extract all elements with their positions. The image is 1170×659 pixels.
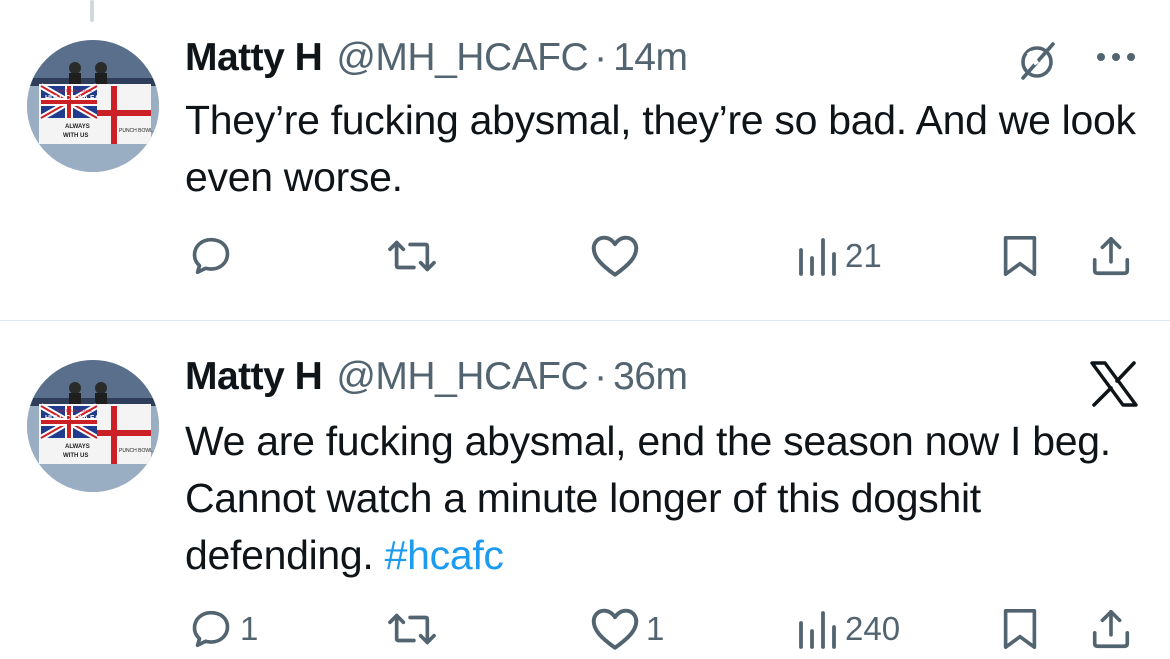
views-button[interactable]: 21 [795,231,882,281]
tweet[interactable]: HULL CITY A.F.C. ALWAYS WITH US PUNCH BO… [0,321,1170,659]
tweet-text: They’re fucking abysmal, they’re so bad.… [185,92,1145,206]
reply-icon [192,237,230,275]
reply-button[interactable] [188,231,240,281]
avatar-banner-text: PUNCH BOWL [119,128,153,134]
bookmark-icon [1003,608,1037,650]
avatar-banner-text: ALWAYS [65,444,90,450]
retweet-icon [388,613,436,645]
avatar-image: HULL CITY A.F.C. ALWAYS WITH US PUNCH BO… [27,360,159,492]
hashtag-link[interactable]: #hcafc [385,532,504,578]
author-name[interactable]: Matty H [185,36,323,80]
avatar-banner-text: WITH US [63,133,88,139]
like-button[interactable]: 1 [590,604,664,654]
retweet-button[interactable] [386,604,444,654]
like-count: 1 [646,610,665,647]
timestamp[interactable]: 36m [613,355,688,399]
bookmark-icon [1003,235,1037,277]
separator-dot: · [594,355,608,398]
avatar-banner-text: EAST HULL LOYAL [57,408,93,413]
retweet-button[interactable] [386,231,444,281]
tweet-actions: 21 [0,231,1170,281]
share-icon [1092,609,1130,649]
author-handle[interactable]: @MH_HCAFC [336,355,588,399]
views-bar-chart-icon [799,238,836,276]
tweet-text: We are fucking abysmal, end the season n… [185,413,1145,584]
avatar[interactable]: HULL CITY A.F.C. ALWAYS WITH US PUNCH BO… [27,360,159,492]
tweet-text-content: They’re fucking abysmal, they’re so bad.… [185,97,1136,200]
tweet-actions: 1 1 240 [0,604,1170,654]
avatar-banner-text: HULL CITY A.F.C. [45,415,102,422]
avatar-banner-text: EAST HULL LOYAL [57,88,93,93]
tweet-text-content: We are fucking abysmal, end the season n… [185,418,1111,578]
view-count: 21 [845,237,882,274]
avatar[interactable]: HULL CITY A.F.C. ALWAYS WITH US PUNCH BO… [27,40,159,172]
bookmark-button[interactable] [998,604,1042,654]
share-icon [1092,236,1130,276]
tweet[interactable]: HULL CITY A.F.C. ALWAYS WITH US PUNCH BO… [0,0,1170,320]
share-button[interactable] [1088,604,1134,654]
views-bar-chart-icon [799,611,836,649]
avatar-banner-text: HULL CITY A.F.C. [45,95,102,102]
tweet-header: Matty H @MH_HCAFC · 14m [185,36,688,84]
like-button[interactable] [590,231,646,281]
timestamp[interactable]: 14m [613,36,688,80]
avatar-banner-text: ALWAYS [65,124,90,130]
avatar-banner-text: WITH US [63,453,88,459]
reply-icon [192,610,230,648]
avatar-banner-text: PUNCH BOWL [119,448,153,454]
x-logo-icon[interactable] [1089,361,1139,407]
heart-icon [591,608,639,650]
views-button[interactable]: 240 [795,604,900,654]
author-handle[interactable]: @MH_HCAFC [336,36,588,80]
grok-icon[interactable] [1013,40,1061,82]
view-count: 240 [845,610,901,647]
reply-button[interactable]: 1 [188,604,258,654]
separator-dot: · [594,36,608,79]
avatar-image: HULL CITY A.F.C. ALWAYS WITH US PUNCH BO… [27,40,159,172]
heart-icon [591,235,639,277]
retweet-icon [388,240,436,272]
more-options-icon[interactable] [1093,45,1139,69]
tweet-header: Matty H @MH_HCAFC · 36m [185,355,688,403]
reply-count: 1 [240,610,259,647]
bookmark-button[interactable] [998,231,1042,281]
share-button[interactable] [1088,231,1134,281]
author-name[interactable]: Matty H [185,355,323,399]
